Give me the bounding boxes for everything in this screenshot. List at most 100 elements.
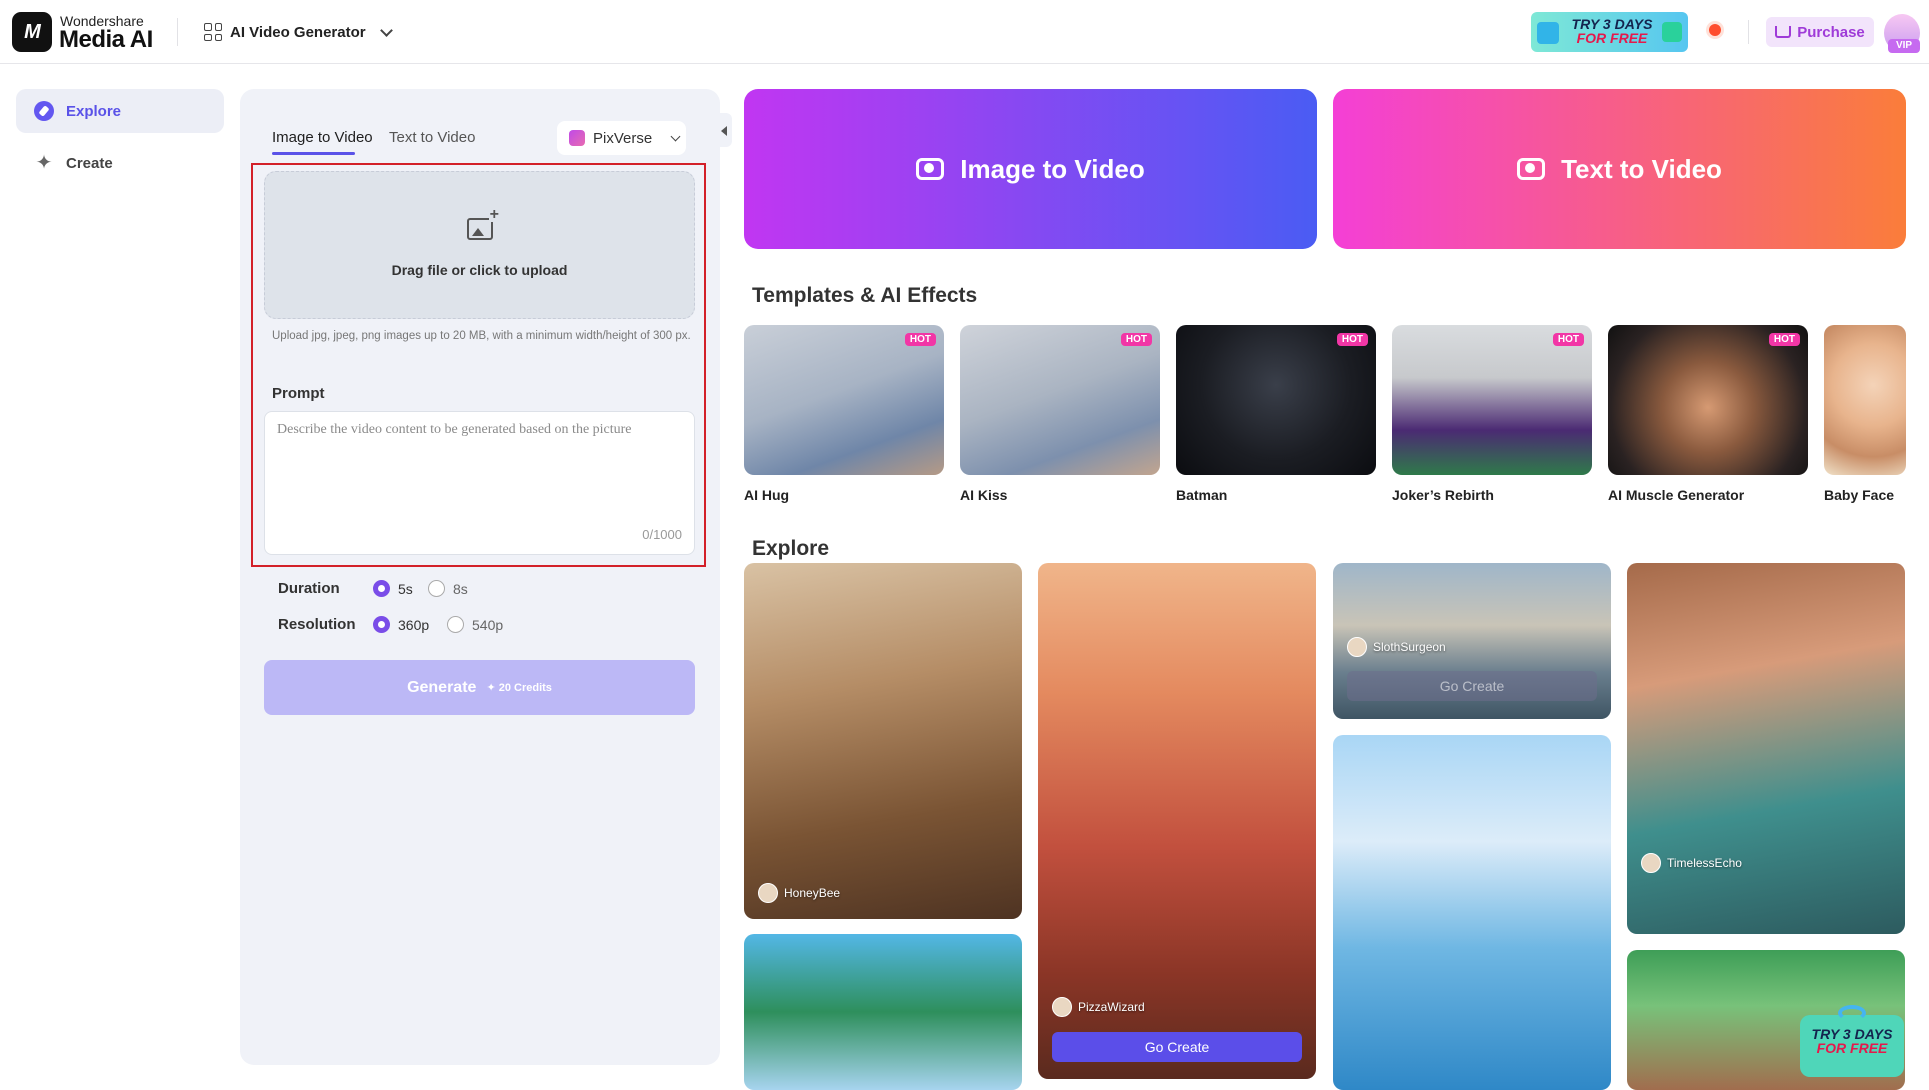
duration-option-5s[interactable]: 5s: [373, 580, 413, 597]
author-avatar: [1347, 637, 1367, 657]
purchase-button[interactable]: Purchase: [1766, 17, 1874, 47]
explore-card[interactable]: HoneyBee: [744, 563, 1022, 919]
radio-unselected-icon: [447, 616, 464, 633]
card-author: PizzaWizard: [1052, 997, 1145, 1017]
left-sidebar: Explore ✦ Create: [0, 65, 240, 1090]
hot-badge: HOT: [1120, 333, 1152, 346]
video-camera-icon: [916, 158, 945, 180]
active-tab-indicator: [272, 152, 355, 155]
media-ai-logo[interactable]: M: [12, 12, 52, 52]
free-trial-text: TRY 3 DAYS FOR FREE: [1571, 16, 1653, 46]
generate-button[interactable]: Generate ✦ 20 Credits: [264, 660, 695, 715]
template-card[interactable]: HOT AI Hug: [744, 325, 944, 503]
hot-badge: HOT: [1768, 333, 1800, 346]
apps-grid-icon: [204, 23, 222, 41]
card-author: SlothSurgeon: [1347, 637, 1446, 657]
resolution-option-540p[interactable]: 540p: [447, 616, 503, 633]
sidebar-item-label: Create: [66, 154, 113, 172]
template-thumbnail: HOT: [744, 325, 944, 475]
collapse-panel-button[interactable]: [718, 113, 732, 147]
template-thumbnail: [1824, 325, 1906, 475]
generate-label: Generate: [407, 678, 477, 696]
floating-free-trial-promo[interactable]: TRY 3 DAYS FOR FREE: [1800, 1005, 1904, 1077]
credits-cost: ✦ 20 Credits: [486, 682, 552, 694]
product-switcher[interactable]: AI Video Generator: [204, 20, 393, 44]
chevron-down-icon: [379, 23, 393, 37]
resolution-option-360p[interactable]: 360p: [373, 616, 429, 633]
gift-box-icon: [1662, 22, 1682, 42]
tab-image-to-video[interactable]: Image to Video: [272, 129, 373, 146]
sidebar-item-explore[interactable]: Explore: [16, 89, 224, 133]
product-switcher-label: AI Video Generator: [230, 23, 366, 41]
templates-section-title: Templates & AI Effects: [752, 284, 978, 307]
model-select[interactable]: PixVerse: [557, 121, 686, 155]
sidebar-item-label: Explore: [66, 102, 122, 120]
header-divider: [177, 18, 178, 46]
radio-label: 8s: [453, 580, 468, 597]
duration-option-8s[interactable]: 8s: [428, 580, 468, 597]
template-name: Batman: [1176, 487, 1228, 503]
template-thumbnail: HOT: [1608, 325, 1808, 475]
video-camera-icon: [1517, 158, 1546, 180]
explore-card[interactable]: [1333, 735, 1611, 1090]
radio-label: 360p: [398, 616, 430, 633]
highlight-annotation-box: [251, 163, 706, 567]
app-root: M Wondershare Media AI AI Video Generato…: [0, 0, 1929, 1090]
floating-promo-text: TRY 3 DAYS FOR FREE: [1811, 1026, 1893, 1056]
template-card[interactable]: HOT Joker’s Rebirth: [1392, 325, 1592, 503]
vip-badge: VIP: [1888, 39, 1920, 53]
template-name: Baby Face: [1824, 487, 1895, 503]
pixverse-icon: [569, 130, 585, 146]
hot-badge: HOT: [1552, 333, 1584, 346]
template-card[interactable]: HOT AI Muscle Generator: [1608, 325, 1808, 503]
gift-bow-icon: [1838, 1005, 1866, 1021]
compass-icon: [34, 101, 54, 121]
hot-badge: HOT: [1336, 333, 1368, 346]
brand-product: Media AI: [59, 26, 153, 53]
template-name: Joker’s Rebirth: [1392, 487, 1494, 503]
radio-label: 540p: [472, 616, 504, 633]
free-trial-banner[interactable]: TRY 3 DAYS FOR FREE: [1531, 12, 1688, 52]
template-name: AI Hug: [744, 487, 790, 503]
hot-badge: HOT: [904, 333, 936, 346]
cart-icon: [1775, 26, 1792, 38]
explore-card[interactable]: [744, 934, 1022, 1090]
card-author: TimelessEcho: [1641, 853, 1742, 873]
template-card[interactable]: Baby Face: [1824, 325, 1906, 503]
template-card[interactable]: HOT Batman: [1176, 325, 1376, 503]
top-header: M Wondershare Media AI AI Video Generato…: [0, 0, 1929, 64]
hero-label: Text to Video: [1561, 153, 1722, 184]
header-divider-right: [1748, 20, 1749, 44]
template-name: AI Kiss: [960, 487, 1008, 503]
sidebar-item-create[interactable]: ✦ Create: [16, 141, 224, 185]
template-thumbnail: HOT: [1392, 325, 1592, 475]
purchase-label: Purchase: [1797, 23, 1865, 41]
template-name: AI Muscle Generator: [1608, 487, 1745, 503]
radio-label: 5s: [398, 580, 413, 597]
resolution-label: Resolution: [278, 616, 356, 633]
hero-label: Image to Video: [960, 153, 1145, 184]
template-card[interactable]: HOT AI Kiss: [960, 325, 1160, 503]
explore-section-title: Explore: [752, 537, 830, 560]
notification-dot-icon[interactable]: [1709, 24, 1721, 36]
tab-text-to-video[interactable]: Text to Video: [389, 129, 475, 146]
explore-card[interactable]: TimelessEcho: [1627, 563, 1905, 934]
image-to-video-card[interactable]: Image to Video: [744, 89, 1317, 249]
go-create-button[interactable]: Go Create: [1052, 1032, 1302, 1062]
gift-icon: [1537, 22, 1559, 44]
author-avatar: [1641, 853, 1661, 873]
radio-unselected-icon: [428, 580, 445, 597]
model-select-value: PixVerse: [593, 129, 653, 147]
chevron-down-icon: [670, 131, 681, 141]
go-create-button[interactable]: Go Create: [1347, 671, 1597, 701]
explore-card[interactable]: PizzaWizard Go Create: [1038, 563, 1316, 1079]
text-to-video-card[interactable]: Text to Video: [1333, 89, 1906, 249]
radio-selected-icon: [373, 616, 390, 633]
sparkle-icon: ✦: [35, 152, 53, 174]
explore-card[interactable]: SlothSurgeon Go Create: [1333, 563, 1611, 719]
template-thumbnail: HOT: [960, 325, 1160, 475]
author-avatar: [758, 883, 778, 903]
card-author: HoneyBee: [758, 883, 840, 903]
author-avatar: [1052, 997, 1072, 1017]
template-thumbnail: HOT: [1176, 325, 1376, 475]
